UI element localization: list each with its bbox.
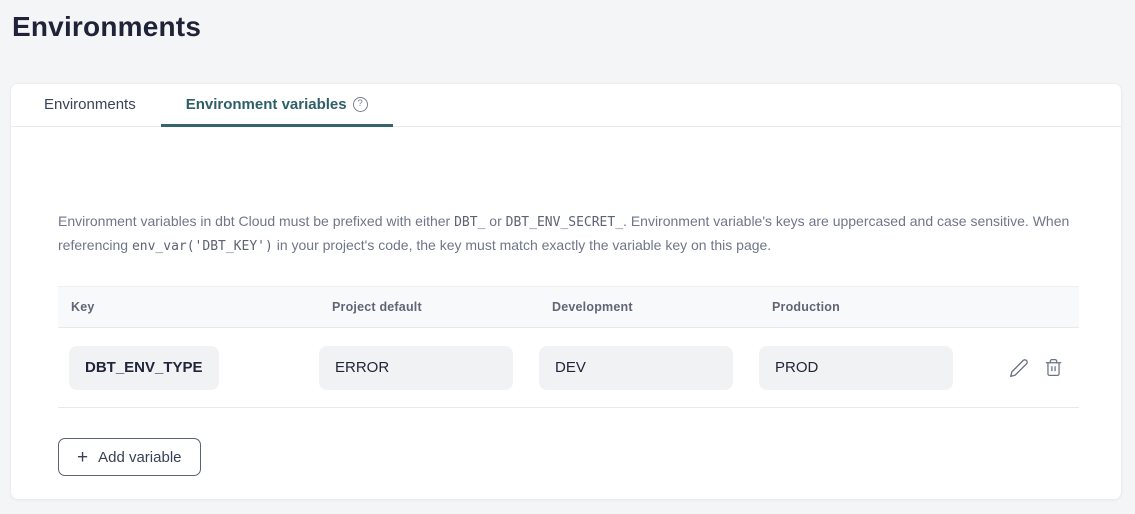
- plus-icon: +: [77, 448, 88, 467]
- code-env-var-example: env_var('DBT_KEY'): [132, 239, 273, 254]
- cell-key: DBT_ENV_TYPE: [58, 346, 319, 390]
- project-default-value: ERROR: [319, 346, 513, 390]
- table-header-row: Key Project default Development Producti…: [58, 286, 1079, 328]
- column-header-project-default: Project default: [319, 300, 539, 314]
- page-title: Environments: [0, 0, 1135, 44]
- row-actions: [979, 358, 1079, 378]
- description-text: in your project's code, the key must mat…: [273, 237, 771, 253]
- column-header-key: Key: [58, 300, 319, 314]
- column-header-production: Production: [759, 300, 979, 314]
- production-value: PROD: [759, 346, 953, 390]
- description-text: Environment variables in dbt Cloud must …: [58, 213, 454, 229]
- tab-environments-label: Environments: [44, 96, 136, 113]
- cell-production: PROD: [759, 346, 979, 390]
- delete-button[interactable]: [1044, 358, 1063, 377]
- description-text: or: [485, 213, 505, 229]
- help-icon[interactable]: ?: [353, 97, 368, 112]
- environment-variables-table: Key Project default Development Producti…: [58, 286, 1079, 408]
- pencil-icon: [1009, 358, 1029, 378]
- development-value: DEV: [539, 346, 733, 390]
- tab-bar: Environments Environment variables ?: [11, 84, 1121, 127]
- code-dbt-env-secret-prefix: DBT_ENV_SECRET_: [506, 215, 623, 230]
- tab-environment-variables[interactable]: Environment variables ?: [161, 84, 393, 127]
- add-variable-label: Add variable: [98, 449, 181, 466]
- tab-environment-variables-label: Environment variables: [186, 96, 347, 113]
- trash-icon: [1044, 358, 1063, 377]
- environments-card: Environments Environment variables ? Env…: [10, 83, 1122, 500]
- description: Environment variables in dbt Cloud must …: [58, 210, 1077, 258]
- code-dbt-prefix: DBT_: [454, 215, 485, 230]
- table-row: DBT_ENV_TYPE ERROR DEV PROD: [58, 328, 1079, 408]
- tab-environments[interactable]: Environments: [19, 84, 161, 127]
- tab-content: Environment variables in dbt Cloud must …: [11, 210, 1121, 476]
- edit-button[interactable]: [1009, 358, 1029, 378]
- cell-project-default: ERROR: [319, 346, 539, 390]
- column-header-development: Development: [539, 300, 759, 314]
- variable-key-value: DBT_ENV_TYPE: [69, 346, 219, 390]
- add-variable-button[interactable]: + Add variable: [58, 438, 201, 476]
- cell-development: DEV: [539, 346, 759, 390]
